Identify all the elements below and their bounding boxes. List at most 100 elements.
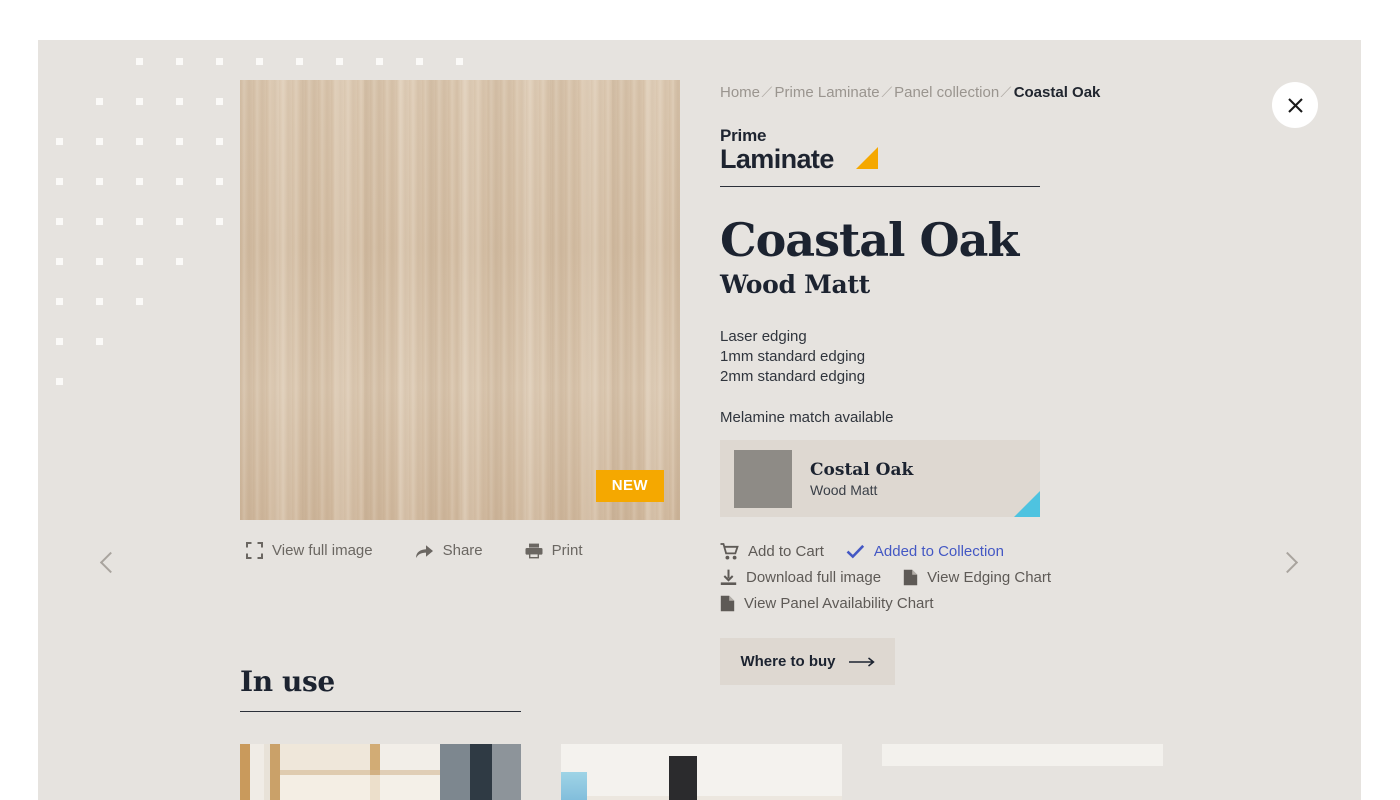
- print-icon: [525, 543, 543, 558]
- view-panel-availability-chart-label: View Panel Availability Chart: [744, 595, 934, 613]
- cart-icon: [720, 543, 739, 560]
- breadcrumb-separator: ⁄: [1002, 84, 1011, 101]
- breadcrumb-item: Coastal Oak: [1013, 84, 1101, 101]
- page-title: Coastal Oak: [720, 212, 1019, 267]
- print-button[interactable]: Print: [525, 542, 583, 559]
- share-icon: [415, 544, 433, 558]
- breadcrumb-separator: ⁄: [882, 84, 891, 101]
- pattern-dot: [56, 258, 63, 265]
- pattern-dot: [136, 58, 143, 65]
- view-edging-chart-label: View Edging Chart: [927, 569, 1052, 587]
- expand-icon: [246, 542, 263, 559]
- document-icon: [720, 596, 735, 612]
- pattern-dot: [416, 58, 423, 65]
- in-use-thumbnail-list: [240, 744, 1240, 800]
- pattern-dot: [136, 138, 143, 145]
- pattern-dot: [56, 178, 63, 185]
- brand-line-2: Laminate: [720, 143, 834, 174]
- pattern-dot: [456, 58, 463, 65]
- product-detail-modal: NEW View full image Share Print Home ⁄ P…: [38, 40, 1361, 800]
- download-full-image-button[interactable]: Download full image: [720, 569, 881, 586]
- pattern-dot: [96, 218, 103, 225]
- in-use-thumbnail[interactable]: [240, 744, 521, 800]
- edging-spec-list: Laser edging 1mm standard edging 2mm stand…: [720, 327, 1280, 387]
- brand-lockup: Prime Laminate: [720, 127, 1040, 187]
- breadcrumb: Home ⁄ Prime Laminate ⁄ Panel collection ⁄ Coa…: [720, 80, 1280, 101]
- check-icon: [846, 545, 865, 559]
- pattern-dot: [96, 138, 103, 145]
- pattern-dot: [56, 378, 63, 385]
- breadcrumb-separator: ⁄: [763, 84, 772, 101]
- download-full-image-label: Download full image: [746, 569, 882, 587]
- pattern-dot: [256, 58, 263, 65]
- pattern-dot: [376, 58, 383, 65]
- melamine-note: Melamine match available: [720, 409, 894, 427]
- melamine-swatch: [734, 449, 792, 508]
- previous-product-button[interactable]: [86, 540, 130, 584]
- pattern-dot: [296, 58, 303, 65]
- product-image-column: NEW View full image Share Print: [240, 80, 680, 559]
- view-panel-availability-chart-button[interactable]: View Panel Availability Chart: [720, 595, 934, 612]
- view-full-image-button[interactable]: View full image: [246, 542, 373, 559]
- pattern-dot: [216, 138, 223, 145]
- added-to-collection-button[interactable]: Added to Collection: [846, 543, 1004, 560]
- pattern-dot: [176, 218, 183, 225]
- chevron-right-icon: [1276, 551, 1299, 573]
- download-icon: [720, 569, 737, 586]
- new-badge: NEW: [595, 470, 664, 502]
- breadcrumb-item[interactable]: Prime Laminate: [775, 84, 880, 101]
- share-button[interactable]: Share: [415, 542, 483, 559]
- share-label: Share: [442, 542, 483, 559]
- product-swatch-image[interactable]: NEW: [240, 80, 680, 520]
- pattern-dot: [96, 178, 103, 185]
- pattern-dot: [136, 178, 143, 185]
- pattern-dot: [176, 138, 183, 145]
- breadcrumb-item[interactable]: Panel collection: [894, 84, 999, 101]
- pattern-dot: [56, 138, 63, 145]
- pattern-dot: [176, 258, 183, 265]
- pattern-dot: [176, 98, 183, 105]
- pattern-dot: [136, 298, 143, 305]
- pattern-dot: [216, 98, 223, 105]
- in-use-title: In use: [240, 665, 335, 698]
- pattern-dot: [216, 218, 223, 225]
- melamine-corner-marker: [1014, 491, 1040, 518]
- add-to-cart-button[interactable]: Add to Cart: [720, 543, 824, 560]
- close-icon: [1287, 97, 1303, 113]
- pattern-dot: [176, 178, 183, 185]
- in-use-thumbnail[interactable]: [882, 744, 1163, 800]
- pattern-dot: [136, 258, 143, 265]
- pattern-dot: [56, 338, 63, 345]
- melamine-match-finish: Wood Matt: [810, 481, 878, 498]
- image-action-bar: View full image Share Print: [240, 542, 680, 559]
- edging-spec-item: 2mm standard edging: [720, 368, 866, 386]
- brand-triangle-icon: [855, 146, 878, 169]
- view-full-image-label: View full image: [272, 542, 373, 559]
- edging-spec-item: 1mm standard edging: [720, 348, 866, 366]
- edging-spec-item: Laser edging: [720, 328, 807, 346]
- added-to-collection-label: Added to Collection: [873, 543, 1004, 561]
- melamine-match-card[interactable]: Costal Oak Wood Matt: [720, 440, 1040, 518]
- in-use-section: In use: [240, 665, 1240, 800]
- document-icon: [903, 570, 918, 586]
- in-use-thumbnail[interactable]: [561, 744, 842, 800]
- pattern-dot: [176, 58, 183, 65]
- pattern-dot: [56, 298, 63, 305]
- pattern-dot: [56, 218, 63, 225]
- chevron-left-icon: [99, 551, 122, 573]
- print-label: Print: [551, 542, 583, 559]
- pattern-dot: [96, 338, 103, 345]
- pattern-dot: [96, 258, 103, 265]
- product-finish: Wood Matt: [720, 270, 870, 300]
- pattern-dot: [136, 98, 143, 105]
- pattern-dot: [96, 298, 103, 305]
- product-action-links: Add to Cart Added to Collection Download…: [720, 543, 1140, 612]
- pattern-dot: [336, 58, 343, 65]
- pattern-dot: [96, 98, 103, 105]
- view-edging-chart-button[interactable]: View Edging Chart: [903, 569, 1051, 586]
- melamine-match-name: Costal Oak: [810, 459, 914, 480]
- breadcrumb-item[interactable]: Home: [720, 84, 760, 101]
- in-use-divider: [240, 711, 521, 712]
- pattern-dot: [216, 58, 223, 65]
- pattern-dot: [216, 178, 223, 185]
